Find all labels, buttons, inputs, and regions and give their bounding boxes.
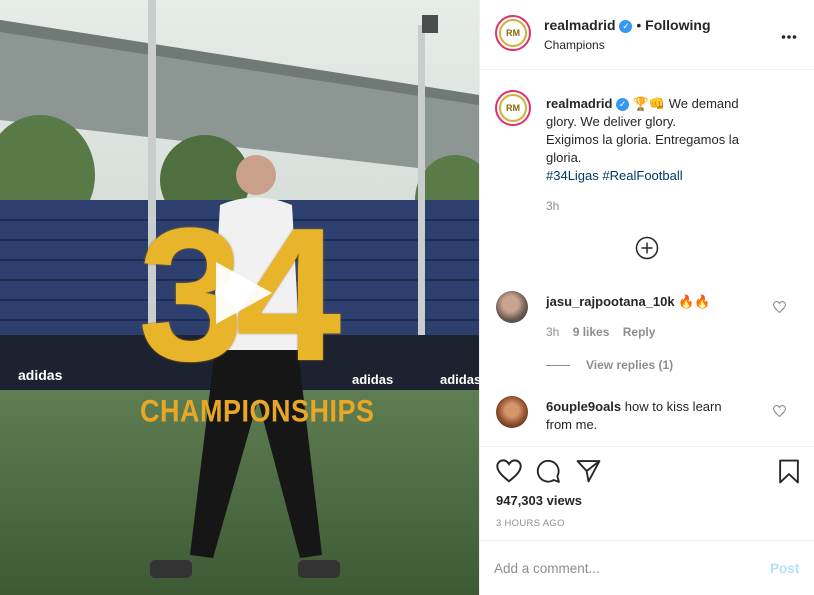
comment-text: how to kiss learn — [624, 399, 722, 414]
comment: 6ouple9oals how to kiss learn from me. — [546, 398, 766, 434]
post-video[interactable]: adidas adidas adidas 34 CHAMPIONSHIPS — [0, 0, 479, 595]
verified-icon: ✓ — [619, 19, 633, 33]
caption-line-2: glory. We deliver glory. — [546, 114, 677, 129]
comment-time: 3h — [546, 325, 560, 339]
adidas-logo: adidas — [440, 372, 479, 387]
adidas-logo: adidas — [352, 372, 394, 387]
commenter-avatar[interactable] — [496, 396, 528, 428]
adidas-logo: adidas — [18, 367, 63, 383]
header-separator: • — [636, 17, 642, 33]
following-button[interactable]: Following — [645, 17, 710, 33]
fist-emoji: 👊 — [648, 96, 666, 111]
comment-text: 🔥🔥 — [678, 294, 711, 309]
replies-line — [546, 365, 570, 366]
caption-line-1: We demand — [668, 96, 739, 111]
comment-box-divider — [480, 540, 814, 541]
caption-time: 3h — [546, 199, 560, 213]
header-username[interactable]: realmadrid — [544, 17, 616, 33]
header-divider — [480, 69, 814, 70]
comment-username[interactable]: jasu_rajpootana_10k — [546, 294, 675, 309]
commenter-avatar[interactable] — [496, 291, 528, 323]
real-madrid-crest-icon: RM — [499, 94, 527, 122]
add-comment-input[interactable] — [494, 556, 754, 580]
hashtag-link[interactable]: #RealFootball — [602, 168, 682, 183]
post-details-panel: RM realmadrid ✓ • Following Champions RM… — [479, 0, 814, 595]
comment-text-continued: from me. — [546, 417, 598, 432]
caption-line-3: Exigimos la gloria. Entregamos la — [546, 132, 739, 147]
caption-username[interactable]: realmadrid — [546, 96, 612, 111]
reply-button[interactable]: Reply — [623, 325, 656, 339]
profile-avatar[interactable]: RM — [495, 15, 531, 51]
comment: jasu_rajpootana_10k 🔥🔥 — [546, 294, 711, 310]
hashtag-link[interactable]: #34Ligas — [546, 168, 599, 183]
caption-avatar[interactable]: RM — [495, 90, 531, 126]
comment-username[interactable]: 6ouple9oals — [546, 399, 621, 414]
play-icon[interactable] — [210, 260, 276, 326]
caption-text: realmadrid ✓ 🏆👊 We demand glory. We deli… — [546, 95, 801, 185]
more-dots-icon[interactable] — [781, 27, 797, 45]
real-madrid-crest-icon: RM — [499, 19, 527, 47]
comment-icon[interactable] — [536, 459, 561, 489]
heart-icon[interactable] — [496, 459, 522, 488]
heart-icon[interactable] — [772, 404, 787, 422]
trophy-emoji: 🏆 — [632, 96, 649, 111]
heart-icon[interactable] — [772, 300, 787, 318]
views-count[interactable]: 947,303 views — [496, 493, 582, 508]
comment-likes[interactable]: 9 likes — [573, 325, 610, 339]
post-comment-button[interactable]: Post — [770, 561, 799, 576]
actions-divider — [480, 446, 814, 447]
verified-icon: ✓ — [616, 98, 630, 112]
bookmark-icon[interactable] — [778, 459, 800, 489]
share-icon[interactable] — [576, 459, 601, 489]
caption-line-4: gloria. — [546, 150, 582, 165]
post-timestamp: 3 HOURS AGO — [496, 518, 565, 529]
post-header: realmadrid ✓ • Following — [544, 17, 711, 33]
comment-meta: 3h 9 likes Reply — [546, 325, 655, 339]
location-link[interactable]: Champions — [544, 38, 605, 52]
plus-circle-icon[interactable] — [635, 236, 659, 265]
view-replies-button[interactable]: View replies (1) — [586, 358, 673, 372]
championships-title: CHAMPIONSHIPS — [140, 393, 375, 429]
